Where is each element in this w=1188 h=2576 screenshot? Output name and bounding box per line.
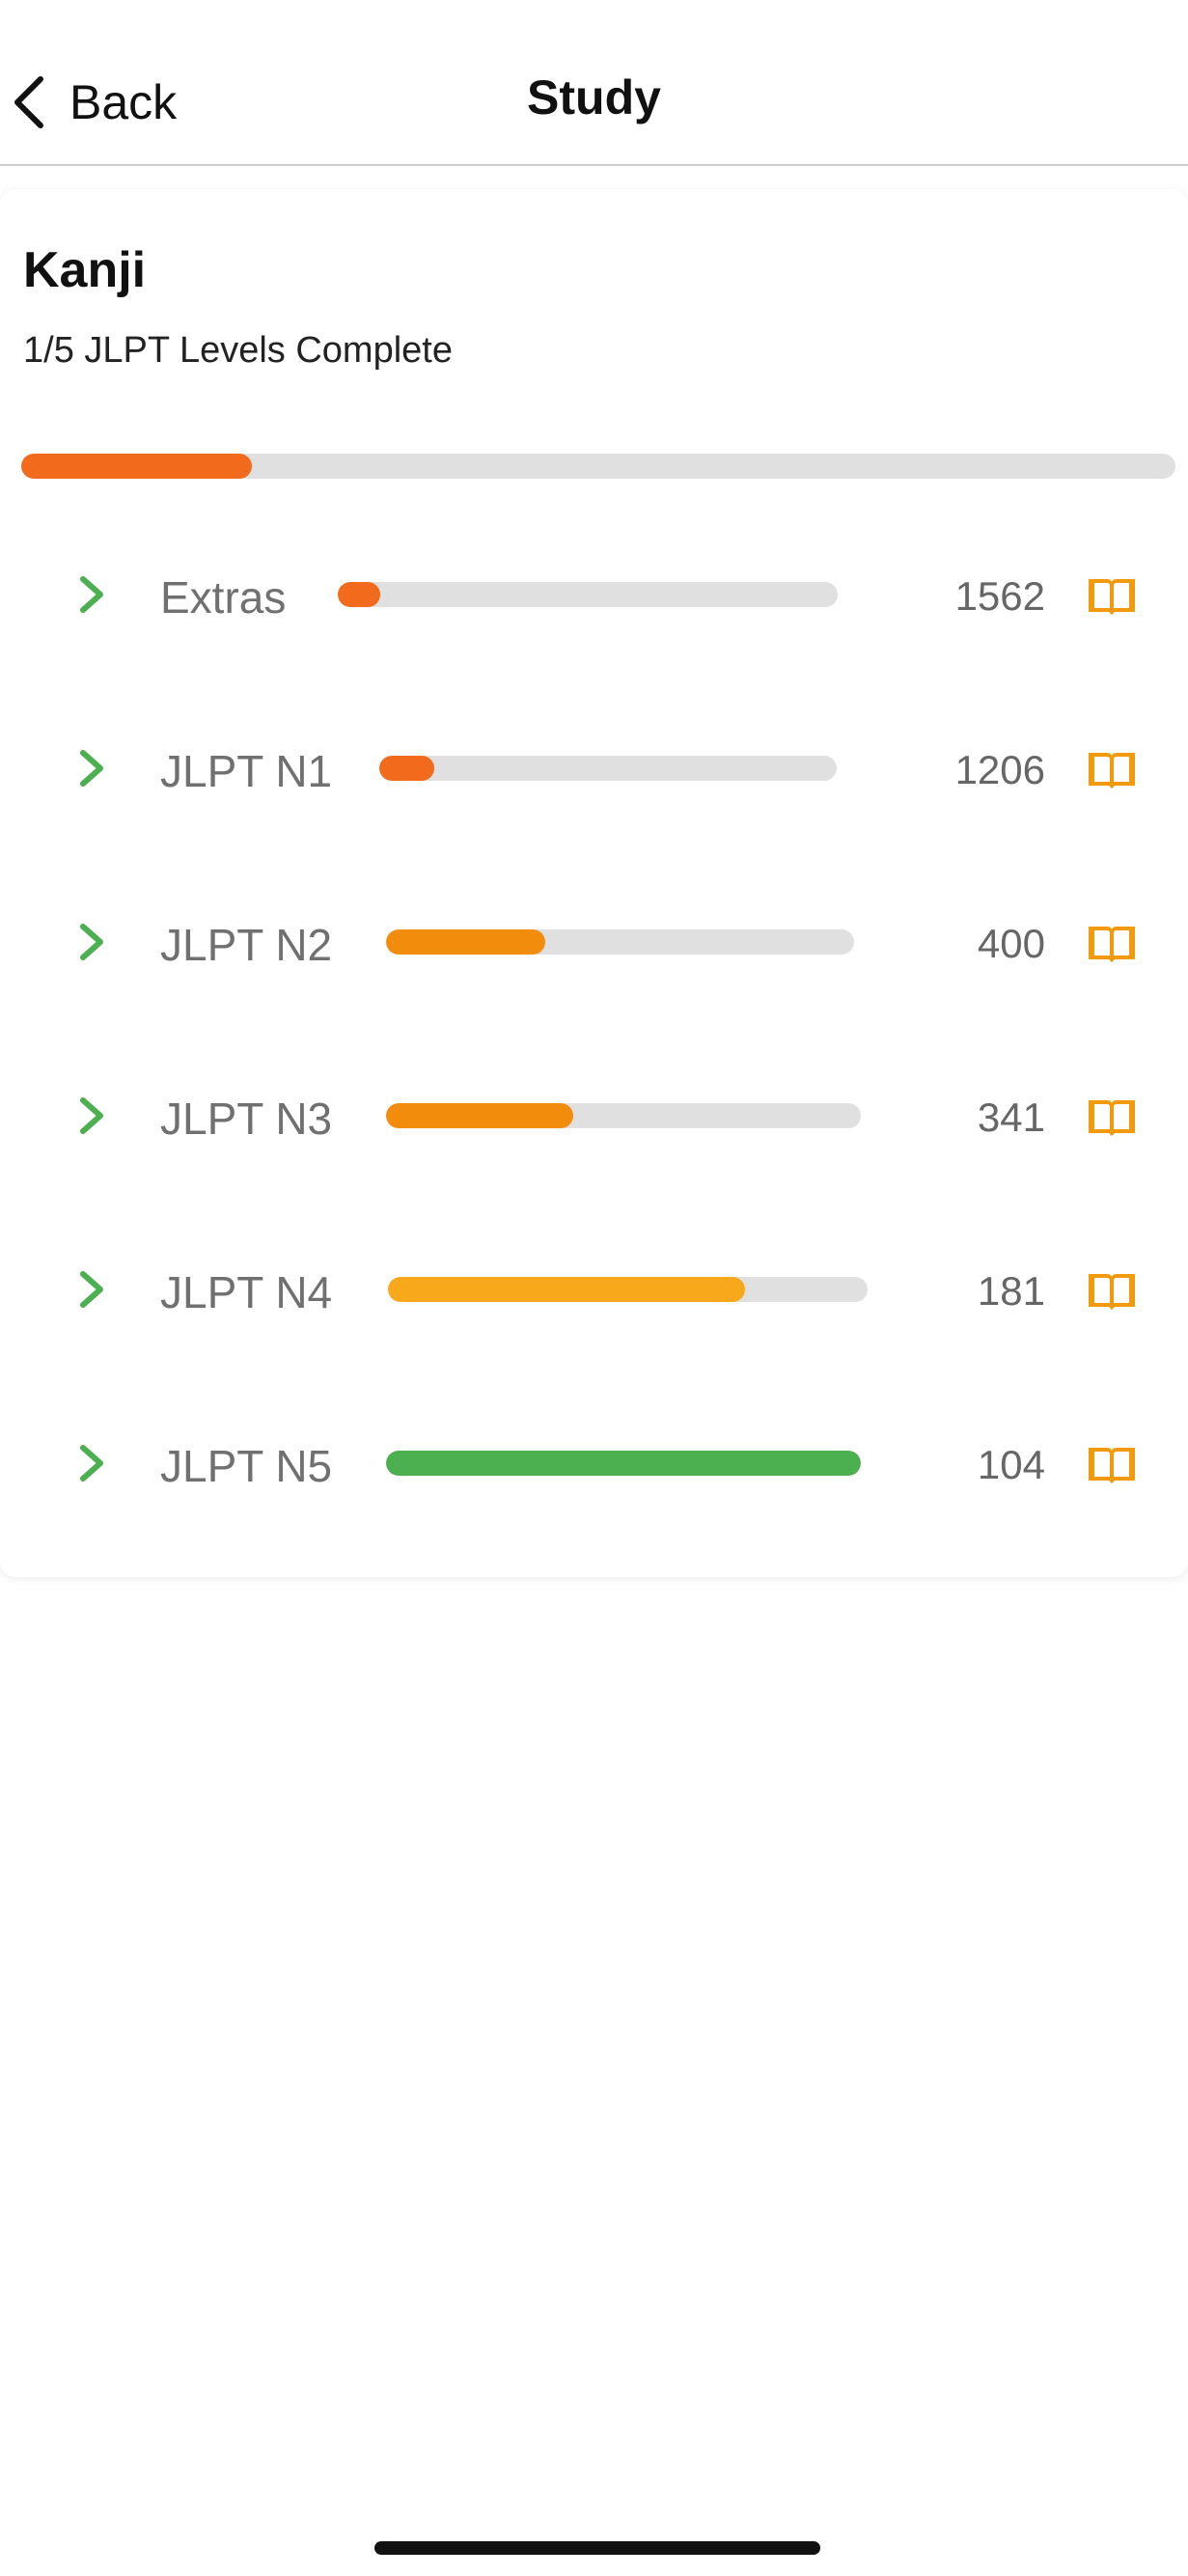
level-label: JLPT N5 — [160, 1441, 333, 1491]
page-title: Study — [527, 70, 661, 125]
book-icon[interactable] — [1085, 1268, 1139, 1311]
level-progress-bar — [386, 929, 854, 955]
card-subtitle: 1/5 JLPT Levels Complete — [23, 330, 453, 371]
overall-progress-fill — [21, 454, 253, 479]
chevron-right-icon[interactable] — [77, 747, 106, 789]
level-progress-fill — [338, 582, 381, 607]
level-label: JLPT N1 — [160, 746, 333, 796]
card-title: Kanji — [23, 242, 147, 298]
level-progress-fill — [386, 929, 545, 955]
level-row[interactable]: Extras 1562 — [0, 537, 1188, 652]
level-count: 1562 — [954, 573, 1045, 619]
level-row[interactable]: JLPT N5 104 — [0, 1405, 1188, 1521]
level-progress-fill — [386, 1103, 574, 1128]
level-progress-bar — [386, 1103, 861, 1128]
chevron-right-icon[interactable] — [77, 1268, 106, 1311]
book-icon[interactable] — [1085, 1442, 1139, 1484]
level-row[interactable]: JLPT N2 400 — [0, 884, 1188, 1000]
chevron-right-icon[interactable] — [77, 1442, 106, 1484]
chevron-right-icon[interactable] — [77, 573, 106, 616]
level-count: 104 — [977, 1442, 1045, 1487]
level-progress-fill — [388, 1277, 746, 1302]
level-progress-fill — [379, 756, 434, 781]
level-label: JLPT N4 — [160, 1267, 333, 1317]
book-icon[interactable] — [1085, 921, 1139, 963]
level-label: JLPT N2 — [160, 920, 333, 970]
level-label: Extras — [160, 572, 287, 623]
book-icon[interactable] — [1085, 573, 1139, 616]
level-row[interactable]: JLPT N4 181 — [0, 1232, 1188, 1347]
level-count: 341 — [977, 1094, 1045, 1140]
level-count: 1206 — [954, 747, 1045, 792]
level-row[interactable]: JLPT N3 341 — [0, 1058, 1188, 1174]
level-progress-bar — [388, 1277, 868, 1302]
chevron-right-icon[interactable] — [77, 1094, 106, 1137]
level-label: JLPT N3 — [160, 1094, 333, 1144]
home-indicator — [374, 2541, 820, 2555]
level-count: 400 — [977, 921, 1045, 966]
overall-progress-bar — [21, 454, 1175, 479]
level-progress-bar — [338, 582, 838, 607]
level-row[interactable]: JLPT N1 1206 — [0, 710, 1188, 826]
chevron-right-icon[interactable] — [77, 921, 106, 963]
book-icon[interactable] — [1085, 747, 1139, 789]
book-icon[interactable] — [1085, 1094, 1139, 1137]
level-progress-bar — [386, 1451, 861, 1476]
navigation-bar: Back Study — [0, 0, 1188, 166]
level-progress-fill — [386, 1451, 861, 1476]
level-count: 181 — [977, 1268, 1045, 1314]
level-progress-bar — [379, 756, 837, 781]
kanji-card: Kanji 1/5 JLPT Levels Complete Extras 15… — [0, 189, 1188, 1577]
